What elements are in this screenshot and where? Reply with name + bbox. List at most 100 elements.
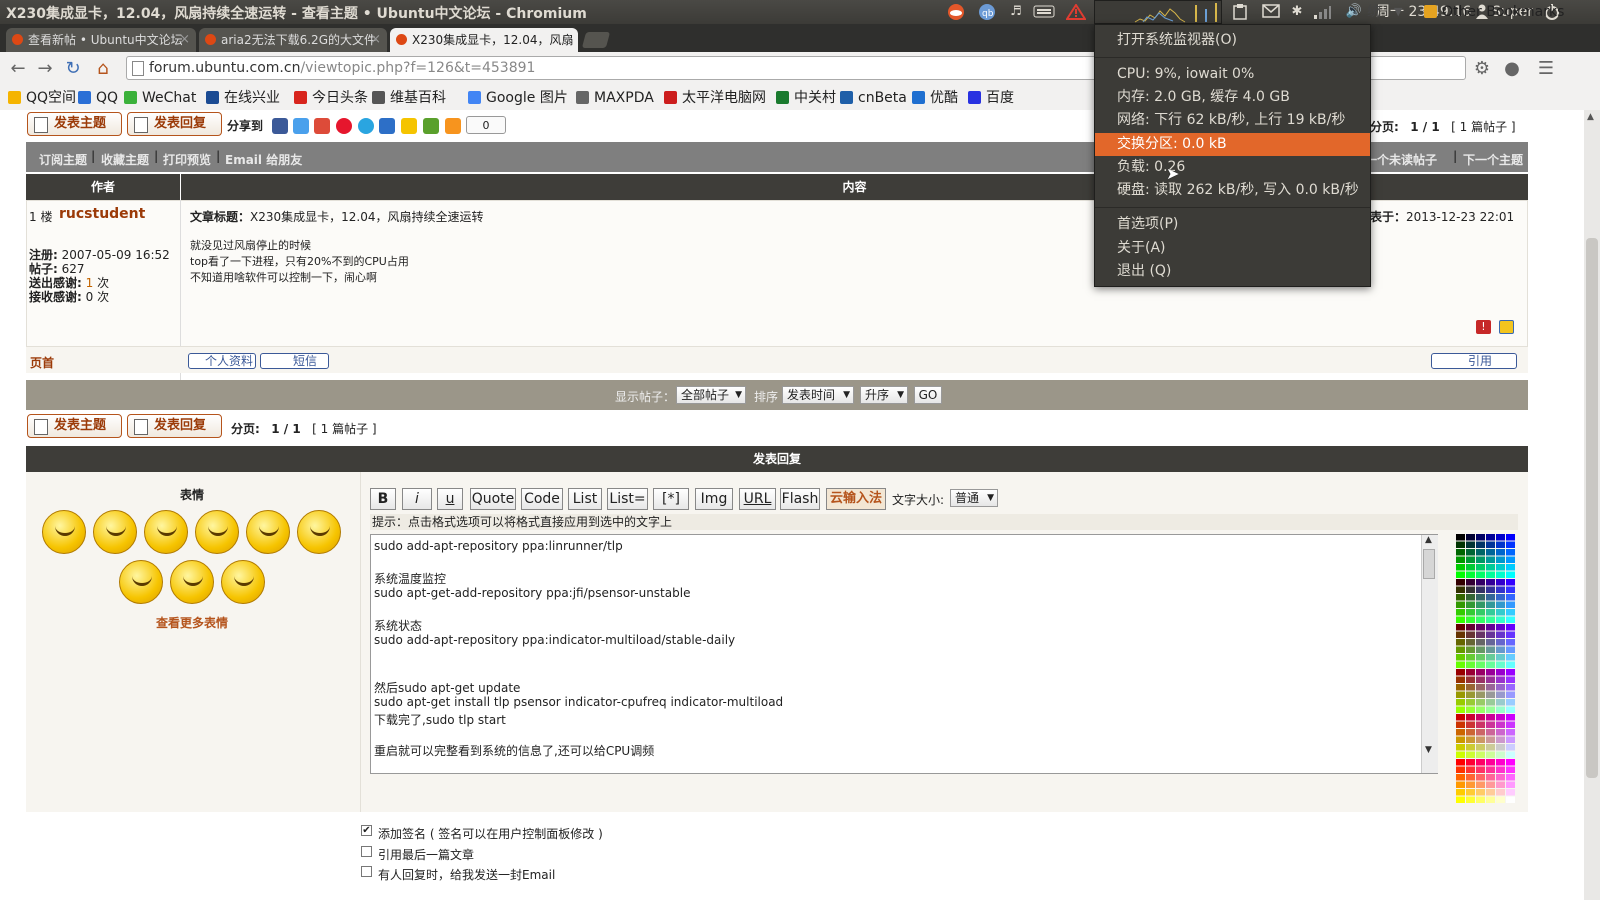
palette-swatch[interactable] (1476, 744, 1485, 751)
palette-swatch[interactable] (1506, 549, 1515, 556)
mail-icon[interactable] (1261, 4, 1281, 20)
home-icon[interactable]: ⌂ (91, 58, 115, 80)
palette-swatch[interactable] (1496, 579, 1505, 586)
chat-icon[interactable]: qb (977, 4, 997, 20)
palette-swatch[interactable] (1506, 579, 1515, 586)
menu-memory[interactable]: 内存: 2.0 GB, 缓存 4.0 GB (1095, 86, 1370, 109)
palette-swatch[interactable] (1496, 564, 1505, 571)
palette-swatch[interactable] (1456, 699, 1465, 706)
menu-network[interactable]: 网络: 下行 62 kB/秒, 上行 19 kB/秒 (1095, 109, 1370, 132)
palette-swatch[interactable] (1466, 534, 1475, 541)
palette-swatch[interactable] (1486, 721, 1495, 729)
palette-swatch[interactable] (1466, 736, 1475, 744)
palette-swatch[interactable] (1456, 669, 1465, 676)
palette-swatch[interactable] (1466, 774, 1475, 781)
palette-swatch[interactable] (1476, 624, 1485, 631)
bookmark-item[interactable]: MAXPDA (576, 89, 654, 107)
menu-disk[interactable]: 硬盘: 读取 262 kB/秒, 写入 0.0 kB/秒 (1095, 179, 1370, 202)
palette-swatch[interactable] (1456, 639, 1465, 646)
palette-swatch[interactable] (1456, 751, 1465, 759)
palette-swatch[interactable] (1466, 684, 1475, 691)
palette-swatch[interactable] (1476, 639, 1485, 646)
palette-swatch[interactable] (1496, 744, 1505, 751)
palette-swatch[interactable] (1476, 766, 1485, 774)
post-reply-button[interactable]: 发表回复 (127, 112, 222, 136)
scroll-up-icon[interactable]: ▲ (1587, 112, 1594, 122)
page-scrollbar[interactable]: ▲ (1584, 110, 1600, 900)
flash-button[interactable]: Flash (780, 488, 820, 510)
bookmark-item[interactable]: 在线兴业 (206, 89, 280, 107)
palette-swatch[interactable] (1506, 541, 1515, 549)
editor-line[interactable]: sudo apt-get-add-repository ppa:jfi/psen… (374, 586, 690, 600)
palette-swatch[interactable] (1456, 684, 1465, 691)
palette-swatch[interactable] (1496, 601, 1505, 609)
palette-swatch[interactable] (1476, 549, 1485, 556)
palette-swatch[interactable] (1456, 571, 1465, 579)
menu-preferences[interactable]: 首选项(P) (1095, 213, 1370, 236)
palette-swatch[interactable] (1496, 549, 1505, 556)
palette-swatch[interactable] (1486, 714, 1495, 721)
palette-swatch[interactable] (1456, 759, 1465, 766)
palette-swatch[interactable] (1456, 534, 1465, 541)
palette-swatch[interactable] (1456, 579, 1465, 586)
palette-swatch[interactable] (1496, 609, 1505, 616)
palette-swatch[interactable] (1486, 639, 1495, 646)
more-emoticons-link[interactable]: 查看更多表情 (156, 614, 228, 631)
palette-swatch[interactable] (1506, 534, 1515, 541)
url-button[interactable]: URL (739, 488, 776, 510)
palette-swatch[interactable] (1476, 699, 1485, 706)
thanks-icon[interactable] (1499, 320, 1514, 334)
more-share-icon[interactable] (445, 118, 461, 134)
palette-swatch[interactable] (1506, 744, 1515, 751)
new-tab-button[interactable] (581, 32, 611, 48)
menu-open-monitor[interactable]: 打开系统监视器(O) (1095, 29, 1370, 52)
palette-swatch[interactable] (1456, 676, 1465, 684)
bookmark-item[interactable]: 今日头条 (294, 89, 368, 107)
google-plus-icon[interactable] (314, 118, 330, 134)
quote-button[interactable]: 引用 (1431, 353, 1517, 369)
palette-swatch[interactable] (1466, 639, 1475, 646)
scroll-down-icon[interactable]: ▼ (1425, 745, 1432, 755)
palette-swatch[interactable] (1456, 706, 1465, 714)
palette-swatch[interactable] (1476, 541, 1485, 549)
close-icon[interactable]: × (179, 28, 190, 52)
chevron-down-icon[interactable]: ▼ (1394, 3, 1402, 21)
palette-swatch[interactable] (1496, 541, 1505, 549)
palette-swatch[interactable] (1506, 774, 1515, 781)
palette-swatch[interactable] (1506, 556, 1515, 564)
palette-swatch[interactable] (1476, 706, 1485, 714)
quote-format-button[interactable]: Quote (470, 488, 516, 510)
palette-swatch[interactable] (1496, 571, 1505, 579)
filter-select[interactable]: 全部帖子 (676, 386, 746, 404)
palette-swatch[interactable] (1486, 691, 1495, 699)
palette-swatch[interactable] (1456, 661, 1465, 669)
editor-scroll-thumb[interactable] (1423, 549, 1435, 579)
palette-swatch[interactable] (1466, 721, 1475, 729)
palette-swatch[interactable] (1486, 541, 1495, 549)
palette-swatch[interactable] (1496, 691, 1505, 699)
pm-button[interactable]: 短信 (260, 353, 329, 369)
bookmark-item[interactable]: 中关村 (776, 89, 836, 107)
palette-swatch[interactable] (1496, 669, 1505, 676)
palette-swatch[interactable] (1506, 766, 1515, 774)
bookmark-item[interactable]: Google 图片 (468, 89, 568, 107)
palette-swatch[interactable] (1476, 676, 1485, 684)
palette-swatch[interactable] (1466, 744, 1475, 751)
palette-swatch[interactable] (1486, 706, 1495, 714)
palette-swatch[interactable] (1486, 781, 1495, 789)
palette-swatch[interactable] (1456, 564, 1465, 571)
palette-swatch[interactable] (1496, 721, 1505, 729)
forward-icon[interactable]: → (33, 58, 57, 80)
palette-swatch[interactable] (1506, 706, 1515, 714)
palette-swatch[interactable] (1486, 759, 1495, 766)
new-topic-button-bottom[interactable]: 发表主题 (27, 414, 122, 438)
palette-swatch[interactable] (1506, 684, 1515, 691)
report-icon[interactable]: ! (1476, 320, 1491, 334)
palette-swatch[interactable] (1466, 781, 1475, 789)
palette-swatch[interactable] (1496, 736, 1505, 744)
palette-swatch[interactable] (1456, 774, 1465, 781)
palette-swatch[interactable] (1466, 706, 1475, 714)
scroll-up-icon[interactable]: ▲ (1425, 535, 1432, 545)
star-share-icon[interactable] (401, 118, 417, 134)
palette-swatch[interactable] (1466, 676, 1475, 684)
